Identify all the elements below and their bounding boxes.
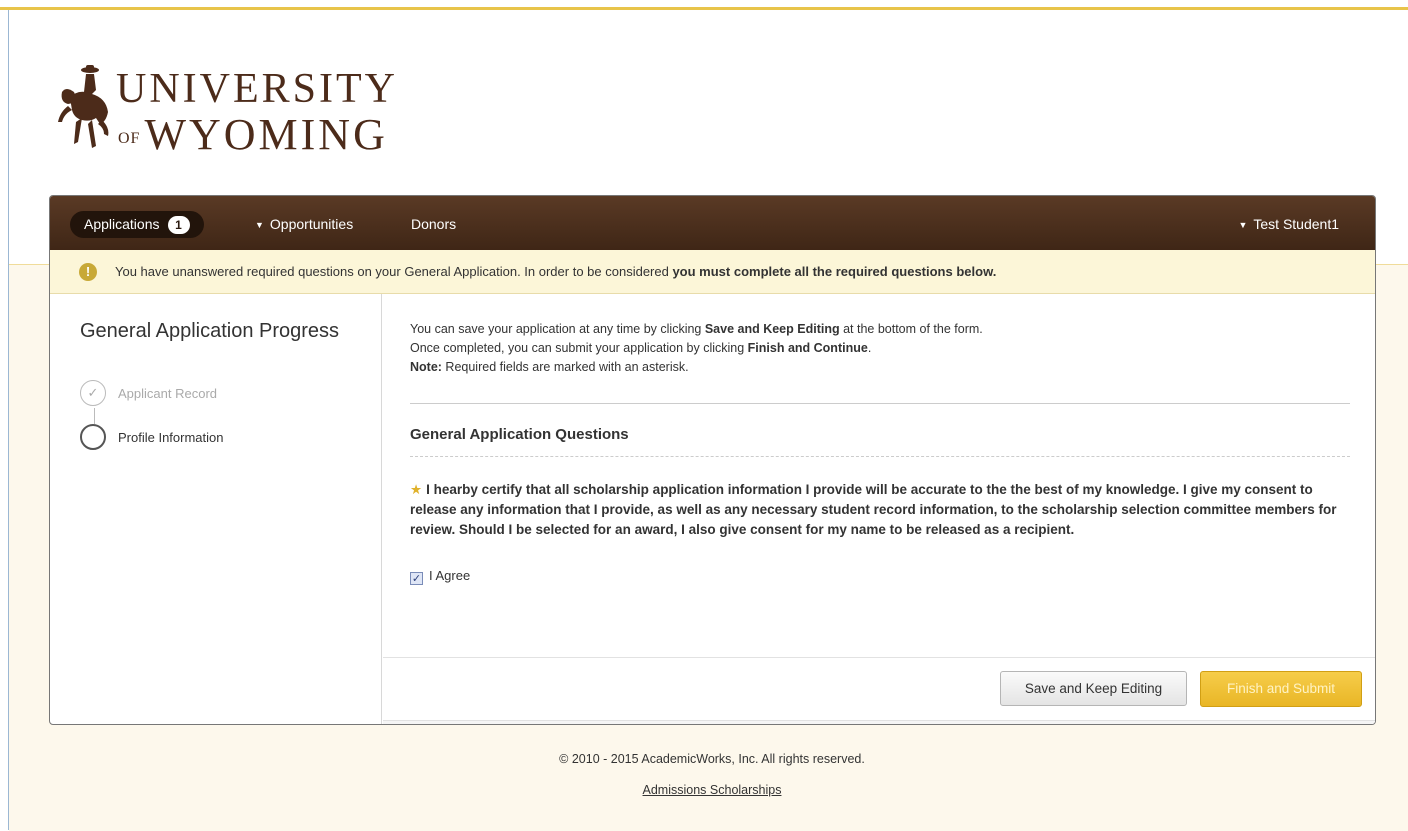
alert-emphasis: you must complete all the required quest…	[672, 264, 997, 279]
university-logo[interactable]: UNIVERSITY OFWYOMING	[56, 62, 486, 162]
top-accent-bar	[0, 0, 1408, 10]
step-label: Profile Information	[118, 430, 224, 445]
nav-donors-label: Donors	[411, 216, 457, 232]
empty-circle-icon	[80, 424, 106, 450]
finish-and-submit-button[interactable]: Finish and Submit	[1200, 671, 1362, 707]
nav-user-label: Test Student1	[1253, 216, 1339, 232]
application-panel: Applications 1 ▼ Opportunities Donors ▼ Tes…	[49, 195, 1376, 725]
form-instructions: You can save your application at any tim…	[410, 320, 983, 377]
instruction-bold: Finish and Continue	[747, 341, 868, 355]
section-title: General Application Questions	[410, 426, 629, 443]
footer-links: Admissions Scholarships	[0, 783, 1408, 797]
panel-bottom-strip	[383, 720, 1375, 724]
agree-checkbox[interactable]: ✓	[410, 572, 423, 585]
consent-question: ★ I hearby certify that all scholarship a…	[410, 480, 1350, 540]
nav-applications[interactable]: Applications 1	[70, 211, 204, 238]
bucking-horse-icon	[58, 65, 109, 148]
required-star-icon: ★	[410, 482, 423, 497]
agree-label[interactable]: I Agree	[429, 568, 470, 583]
alert-text: You have unanswered required questions o…	[115, 264, 996, 279]
logo-wordmark: UNIVERSITY OFWYOMING	[116, 66, 398, 162]
save-and-keep-editing-button[interactable]: Save and Keep Editing	[1000, 671, 1187, 706]
nav-donors[interactable]: Donors	[411, 211, 456, 238]
instruction-bold: Save and Keep Editing	[704, 322, 840, 336]
progress-title: General Application Progress	[80, 320, 340, 342]
dotted-divider	[410, 456, 1350, 457]
logo-line-wyoming: OFWYOMING	[118, 112, 398, 162]
application-form: You can save your application at any tim…	[383, 294, 1375, 724]
caret-down-icon: ▼	[255, 220, 264, 230]
required-questions-alert: ! You have unanswered required questions…	[50, 250, 1375, 294]
logo-line-university: UNIVERSITY	[116, 66, 398, 112]
instruction-text: Once completed, you can submit your appl…	[410, 341, 748, 355]
checkmark-icon: ✓	[80, 380, 106, 406]
note-text: Required fields are marked with an aster…	[441, 360, 689, 374]
instruction-text: You can save your application at any tim…	[410, 322, 705, 336]
divider	[410, 403, 1350, 404]
copyright: © 2010 - 2015 AcademicWorks, Inc. All ri…	[559, 752, 865, 766]
top-nav: Applications 1 ▼ Opportunities Donors ▼ Tes…	[50, 196, 1375, 250]
instruction-text: .	[867, 341, 872, 355]
nav-opportunities[interactable]: ▼ Opportunities	[255, 211, 353, 238]
warning-icon: !	[79, 263, 97, 281]
alert-message: You have unanswered required questions o…	[115, 264, 673, 279]
caret-down-icon: ▼	[1238, 220, 1248, 230]
note-label: Note:	[410, 360, 442, 374]
admissions-scholarships-link[interactable]: Admissions Scholarships	[643, 783, 782, 797]
nav-opportunities-label: Opportunities	[269, 216, 354, 232]
nav-user-menu[interactable]: ▼ Test Student1	[1238, 211, 1339, 238]
progress-sidebar: General Application Progress ✓ Applicant…	[50, 294, 382, 724]
applications-count-badge: 1	[167, 216, 190, 235]
logo-of: OF	[118, 129, 141, 147]
nav-applications-label: Applications	[84, 216, 160, 232]
instruction-text: at the bottom of the form.	[839, 322, 983, 336]
step-connector	[94, 408, 95, 424]
instruction-note: Note: Required fields are marked with an…	[410, 358, 983, 377]
logo-wyoming: WYOMING	[144, 110, 388, 159]
instruction-line-2: Once completed, you can submit your appl…	[410, 339, 983, 358]
question-text: I hearby certify that all scholarship ap…	[410, 482, 1337, 537]
step-label: Applicant Record	[118, 386, 217, 401]
instruction-line-1: You can save your application at any tim…	[410, 320, 983, 339]
form-actions: Save and Keep Editing Finish and Submit	[383, 657, 1375, 724]
agree-option[interactable]: ✓ I Agree	[410, 568, 470, 585]
